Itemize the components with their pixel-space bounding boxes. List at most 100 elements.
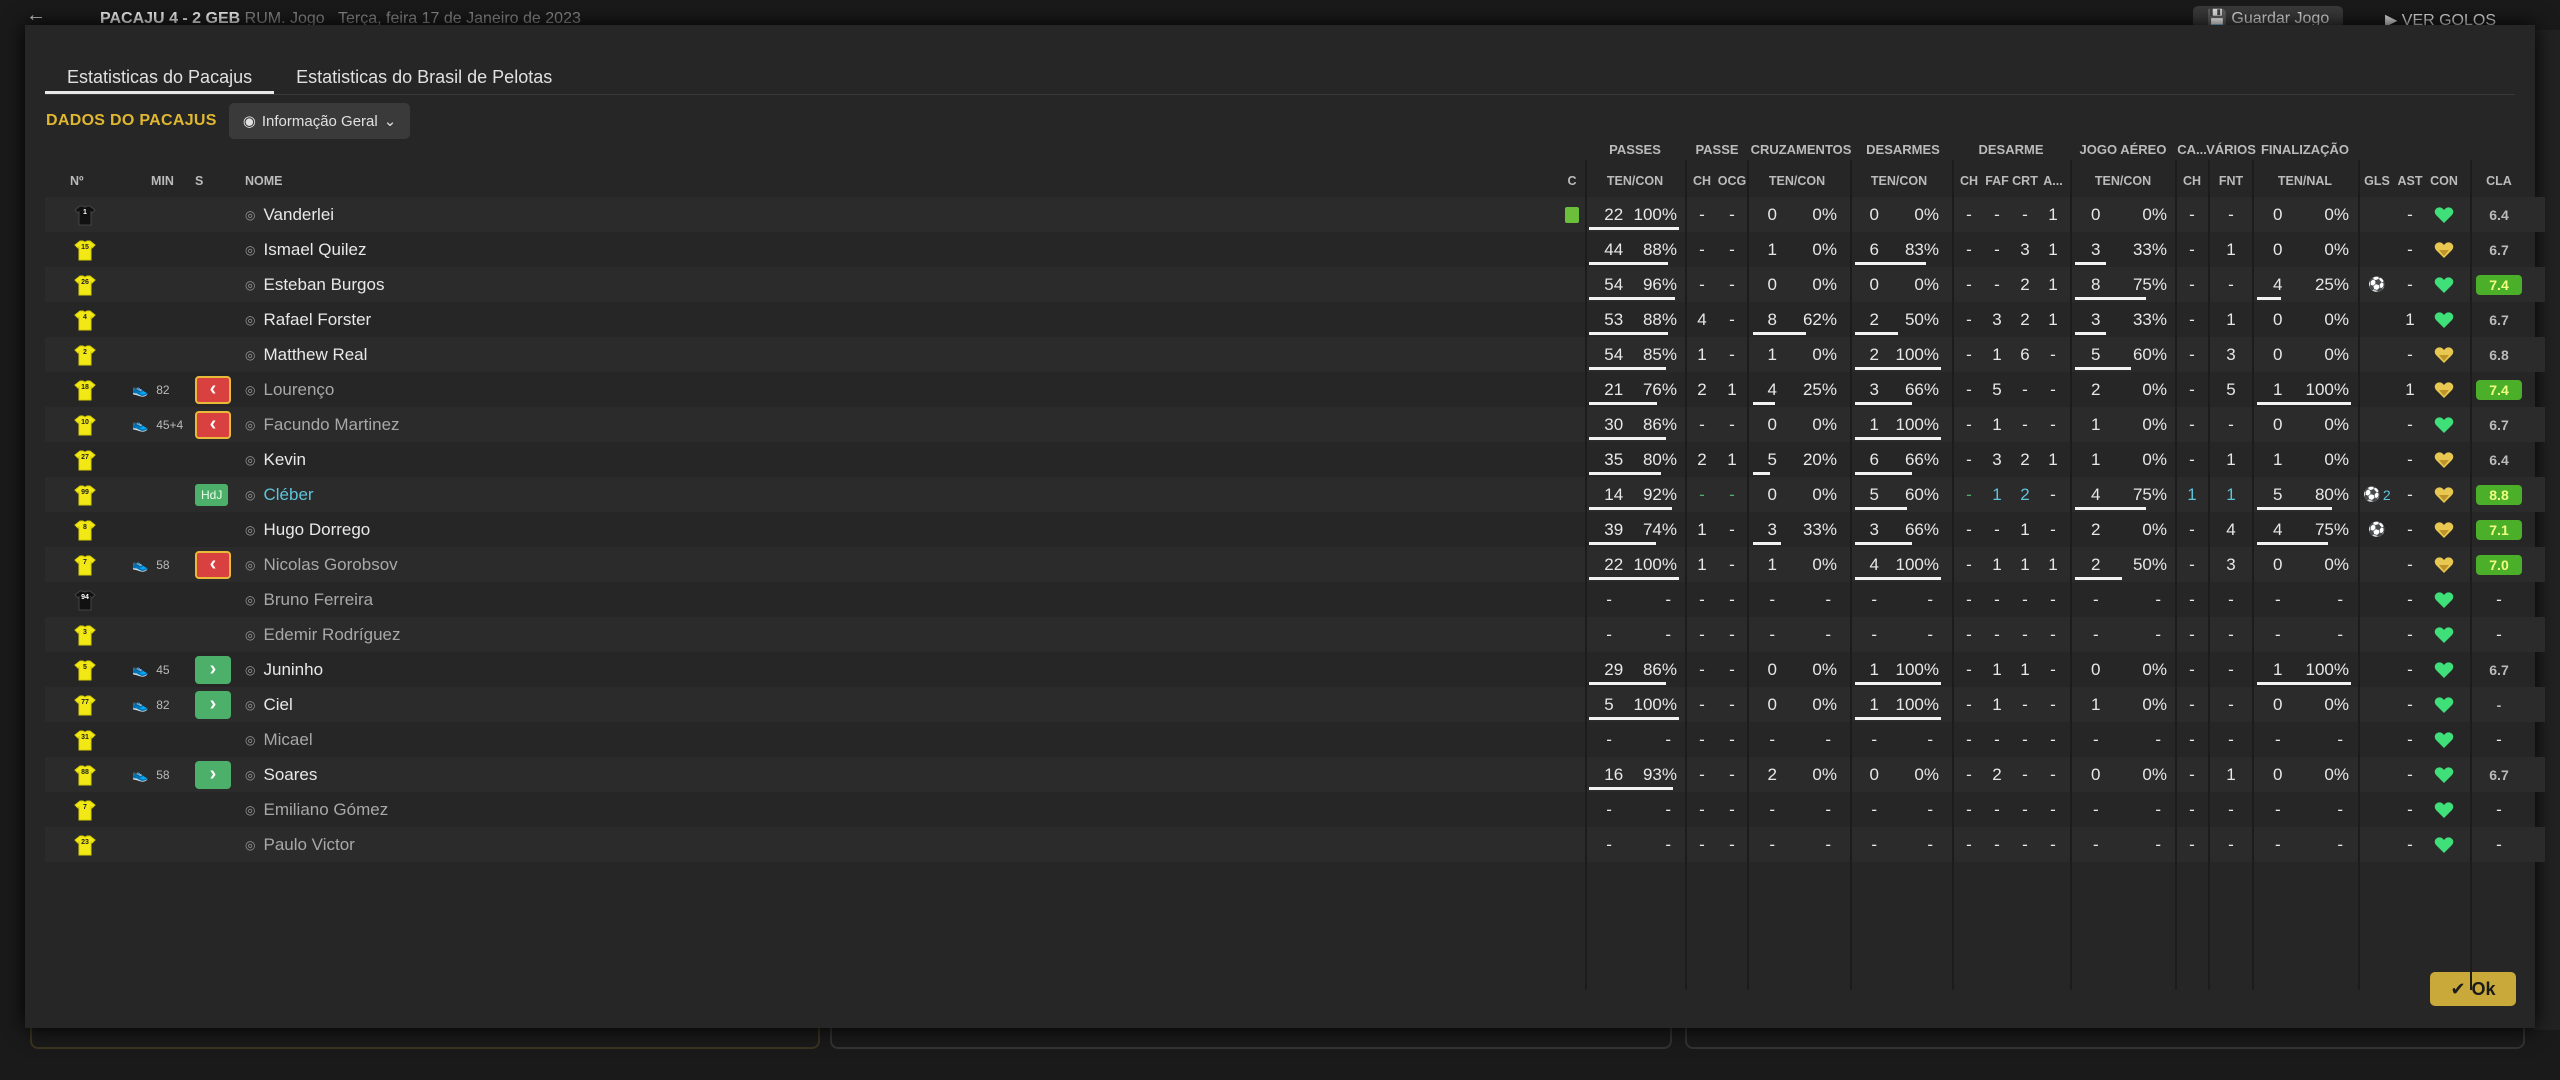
player-row[interactable]: 7 ◎ Emiliano Gómez - - - - - - - - - - - - - - - - - - - - [45,792,2545,827]
player-name[interactable]: Soares [263,765,317,785]
column-header-cla[interactable]: CLA [2470,165,2528,197]
column-header-faf[interactable]: FAF [1983,165,2011,197]
column-header-con[interactable]: CON [2425,165,2463,197]
player-name[interactable]: Cléber [263,485,313,505]
column-divider [2175,160,2177,990]
player-name-cell[interactable]: ◎ Cléber [245,477,445,512]
player-name-cell[interactable]: ◎ Paulo Victor [245,827,445,862]
player-name[interactable]: Hugo Dorrego [263,520,370,540]
player-row[interactable]: 18 👟 82 ‹ ◎ Lourenço 21 76% 4 25% 3 66% 2 0% 1 100% 2 1-5… [45,372,2545,407]
player-name-cell[interactable]: ◎ Bruno Ferreira [245,582,445,617]
shirt-icon: 15 [70,232,100,267]
group-header-ca: CA... [2177,141,2207,157]
player-name[interactable]: Esteban Burgos [263,275,384,295]
player-row[interactable]: 5 👟 45 › ◎ Juninho 29 86% 0 0% 1 100% 0 0% 1 100% - - -1 1-… [45,652,2545,687]
player-name[interactable]: Rafael Forster [263,310,371,330]
player-name-cell[interactable]: ◎ Ismael Quilez [245,232,445,267]
sub-status: › [195,687,245,722]
player-name-cell[interactable]: ◎ Hugo Dorrego [245,512,445,547]
column-header-num[interactable]: Nº [70,165,100,197]
player-row[interactable]: 27 ◎ Kevin 35 80% 5 20% 6 66% 1 0% 1 0% 2 1-3 2 1-1-6.4 [45,442,2545,477]
column-header-ten_con2[interactable]: TEN/CON [1751,165,1843,197]
player-name[interactable]: Ismael Quilez [263,240,366,260]
player-name-cell[interactable]: ◎ Esteban Burgos [245,267,445,302]
player-name-cell[interactable]: ◎ Micael [245,722,445,757]
player-row[interactable]: 88 👟 58 › ◎ Soares 16 93% 2 0% 0 0% 0 0% 0 0% - - -2- - -1-6… [45,757,2545,792]
column-header-crt[interactable]: CRT [2011,165,2039,197]
player-name[interactable]: Micael [263,730,312,750]
player-name-cell[interactable]: ◎ Rafael Forster [245,302,445,337]
player-name[interactable]: Bruno Ferreira [263,590,373,610]
column-header-gls[interactable]: GLS [2361,165,2393,197]
player-name[interactable]: Emiliano Gómez [263,800,388,820]
player-row[interactable]: 7 👟 58 ‹ ◎ Nicolas Gorobsov 22 100% 1 0% 4 100% 2 50%… [45,547,2545,582]
column-header-ast[interactable]: AST [2395,165,2425,197]
player-row[interactable]: 94 ◎ Bruno Ferreira - - - - - - - - - - - - - - - - - - - - [45,582,2545,617]
player-name-cell[interactable]: ◎ Facundo Martinez [245,407,445,442]
passes-stat: 30 86% [1587,407,1683,442]
person-icon: ◎ [245,347,256,362]
player-name[interactable]: Paulo Victor [263,835,354,855]
player-name-cell[interactable]: ◎ Edemir Rodríguez [245,617,445,652]
player-row[interactable]: 31 ◎ Micael - - - - - - - - - - - - - - - - - - - - [45,722,2545,757]
player-row[interactable]: 2 ◎ Matthew Real 54 85% 1 0% 2 100% 5 60% 0 0% 1- -1 6-… [45,337,2545,372]
stat-ca: - [2189,729,2195,749]
stat-faf: 1 [1992,694,2002,714]
player-name-cell[interactable]: ◎ Matthew Real [245,337,445,372]
success-percent: 88% [1642,309,1677,329]
column-header-ten_con4[interactable]: TEN/CON [2073,165,2173,197]
column-header-ten_con3[interactable]: TEN/CON [1853,165,1945,197]
column-header-s[interactable]: S [195,165,245,197]
player-row[interactable]: 8 ◎ Hugo Dorrego 39 74% 3 33% 3 66% 2 0% 4 75% 1- - -1-… [45,512,2545,547]
player-name-cell[interactable]: ◎ Soares [245,757,445,792]
column-header-ch3[interactable]: CH [2177,165,2207,197]
player-name[interactable]: Nicolas Gorobsov [263,555,397,575]
player-name[interactable]: Edemir Rodríguez [263,625,400,645]
ok-button[interactable]: ✔ Ok [2430,972,2516,1006]
column-header-ocg[interactable]: OCG [1717,165,1747,197]
player-row[interactable]: 15 ◎ Ismael Quilez 44 88% 1 0% 6 83% 3 33% 0 0% - - - -3… [45,232,2545,267]
player-name-cell[interactable]: ◎ Juninho [245,652,445,687]
rating: 8.8 [2470,477,2528,512]
stat-a: - [2050,344,2056,364]
person-icon: ◎ [245,312,256,327]
player-name-cell[interactable]: ◎ Nicolas Gorobsov [245,547,445,582]
player-row[interactable]: 26 ◎ Esteban Burgos 54 96% 0 0% 0 0% 8 75% 4 25% - - - -… [45,267,2545,302]
player-name[interactable]: Juninho [263,660,323,680]
player-name[interactable]: Facundo Martinez [263,415,399,435]
player-name[interactable]: Matthew Real [263,345,367,365]
column-header-nome[interactable]: NOME [245,165,445,197]
column-header-ch1[interactable]: CH [1687,165,1717,197]
back-arrow-icon[interactable]: ← [26,4,46,27]
player-row[interactable]: 99 HdJ ◎ Cléber 14 92% 0 0% 5 60% 4 75% 5 80% - - -1 2-1 1… [45,477,2545,512]
player-row[interactable]: 10 👟 45+4 ‹ ◎ Facundo Martinez 30 86% 0 0% 1 100% 1 0… [45,407,2545,442]
column-header-fnt[interactable]: FNT [2211,165,2251,197]
column-header-ten_nal[interactable]: TEN/NAL [2255,165,2355,197]
player-name-cell[interactable]: ◎ Ciel [245,687,445,722]
tab-brasil-pelotas-stats[interactable]: Estatisticas do Brasil de Pelotas [274,60,574,94]
success-percent: 0% [2324,449,2349,469]
group-header-row: PASSES PASSE CRUZAMENTOS DESARMES DESARME JOG… [45,133,2545,165]
player-name-cell[interactable]: ◎ Emiliano Gómez [245,792,445,827]
player-row[interactable]: 4 ◎ Rafael Forster 53 88% 8 62% 2 50% 3 33% 0 0% 4- -3… [45,302,2545,337]
player-name[interactable]: Ciel [263,695,292,715]
column-header-ten_con1[interactable]: TEN/CON [1587,165,1683,197]
tab-pacajus-stats[interactable]: Estatisticas do Pacajus [45,60,275,94]
column-header-a[interactable]: A... [2039,165,2067,197]
success-percent: 66% [1904,379,1939,399]
player-row[interactable]: 23 ◎ Paulo Victor - - - - - - - - - - - - - - - - - - - - [45,827,2545,862]
column-header-min[interactable]: MIN [130,165,195,197]
column-header-c[interactable]: C [1557,165,1587,197]
player-name[interactable]: Kevin [263,450,306,470]
player-name-cell[interactable]: ◎ Lourenço [245,372,445,407]
player-name[interactable]: Vanderlei [263,205,334,225]
tackles-stat: 5 60% [1853,477,1945,512]
player-name-cell[interactable]: ◎ Vanderlei [245,197,445,232]
player-row[interactable]: 77 👟 82 › ◎ Ciel 5 100% 0 0% 1 100% 1 0% 0 0% - - -1- - - - - - [45,687,2545,722]
column-header-ch2[interactable]: CH [1955,165,1983,197]
player-row[interactable]: 1 ◎ Vanderlei 22 100% 0 0% 0 0% 0 0% 0 0% - - - - -1- - -6.… [45,197,2545,232]
heart-happy-icon [2425,407,2463,442]
player-row[interactable]: 3 ◎ Edemir Rodríguez - - - - - - - - - - - - - - - - - - - - [45,617,2545,652]
player-name[interactable]: Lourenço [263,380,334,400]
player-name-cell[interactable]: ◎ Kevin [245,442,445,477]
